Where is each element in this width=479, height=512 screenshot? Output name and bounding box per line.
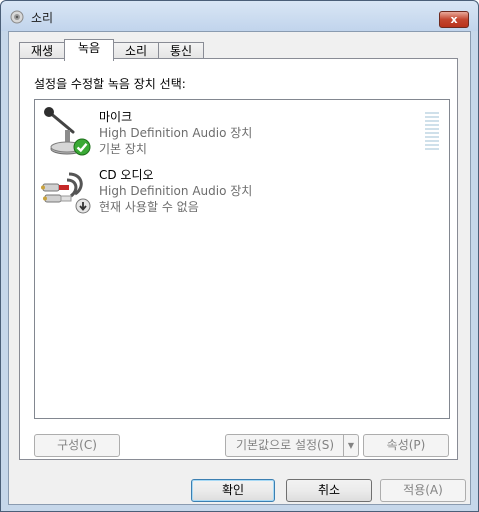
configure-button[interactable]: 구성(C) <box>34 434 120 457</box>
set-default-label: 기본값으로 설정(S) <box>235 438 335 452</box>
device-status: 현재 사용할 수 없음 <box>99 200 199 214</box>
cancel-button[interactable]: 취소 <box>286 479 372 502</box>
device-status: 기본 장치 <box>99 142 147 156</box>
device-item-microphone[interactable]: 마이크 High Definition Audio 장치 기본 장치 <box>35 104 449 162</box>
recording-panel: 설정을 수정할 녹음 장치 선택: 마이크 High Definition Au… <box>19 58 458 460</box>
device-list: 마이크 High Definition Audio 장치 기본 장치 CD 오디… <box>34 99 450 419</box>
chevron-down-icon[interactable]: ▼ <box>343 435 358 456</box>
title-bar[interactable]: 소리 x <box>1 1 478 31</box>
sound-dialog-window: 소리 x 재생 녹음 소리 통신 설정을 수정할 녹음 장치 선택: 마이크 H… <box>0 0 479 512</box>
device-driver: High Definition Audio 장치 <box>99 126 253 140</box>
level-meter <box>425 112 439 152</box>
close-button[interactable]: x <box>439 11 469 28</box>
ok-button[interactable]: 확인 <box>191 479 275 502</box>
instruction-text: 설정을 수정할 녹음 장치 선택: <box>34 77 186 91</box>
window-title: 소리 <box>31 11 54 25</box>
apply-button[interactable]: 적용(A) <box>380 479 466 502</box>
device-driver: High Definition Audio 장치 <box>99 184 253 198</box>
properties-button[interactable]: 속성(P) <box>363 434 449 457</box>
tab-strip: 재생 녹음 소리 통신 <box>19 39 459 61</box>
tab-recording[interactable]: 녹음 <box>64 39 114 61</box>
speaker-icon <box>9 9 25 25</box>
down-arrow-icon <box>75 198 91 214</box>
set-default-button[interactable]: 기본값으로 설정(S) ▼ <box>225 434 359 457</box>
device-item-cd-audio[interactable]: CD 오디오 High Definition Audio 장치 현재 사용할 수… <box>35 162 449 220</box>
device-name: 마이크 <box>99 110 133 124</box>
device-name: CD 오디오 <box>99 168 154 182</box>
dialog-body: 재생 녹음 소리 통신 설정을 수정할 녹음 장치 선택: 마이크 High D… <box>8 31 471 505</box>
green-check-icon <box>73 138 91 156</box>
